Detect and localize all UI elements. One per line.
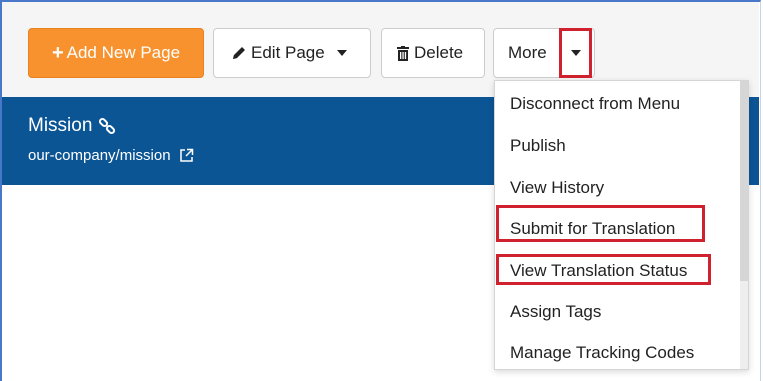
trash-icon bbox=[396, 45, 410, 61]
more-dropdown-toggle[interactable] bbox=[559, 28, 592, 78]
page-path: our-company/mission bbox=[28, 147, 194, 164]
link-icon[interactable] bbox=[98, 117, 116, 135]
add-new-page-label: Add New Page bbox=[66, 43, 181, 62]
chevron-down-icon bbox=[570, 50, 581, 56]
dropdown-scrollbar-thumb[interactable] bbox=[740, 81, 748, 281]
delete-button[interactable]: Delete bbox=[381, 28, 485, 78]
page-path-text[interactable]: our-company/mission bbox=[28, 147, 171, 164]
page-title-text: Mission bbox=[28, 115, 93, 136]
add-new-page-button[interactable]: + Add New Page bbox=[28, 28, 204, 78]
menu-item-view-history[interactable]: View History bbox=[510, 178, 604, 198]
more-label: More bbox=[508, 43, 547, 62]
pencil-icon bbox=[231, 45, 247, 61]
external-link-icon[interactable] bbox=[179, 148, 194, 163]
highlight-submit-translation bbox=[496, 205, 705, 242]
dropdown-scrollbar[interactable] bbox=[740, 81, 748, 369]
edit-page-button[interactable]: Edit Page bbox=[213, 28, 371, 78]
page-title: Mission bbox=[28, 115, 116, 137]
chevron-down-icon bbox=[336, 50, 347, 56]
highlight-view-translation-status bbox=[496, 254, 711, 285]
menu-item-tracking-codes[interactable]: Manage Tracking Codes bbox=[510, 343, 694, 363]
menu-item-publish[interactable]: Publish bbox=[510, 136, 566, 156]
delete-label: Delete bbox=[414, 43, 464, 62]
edit-page-label: Edit Page bbox=[251, 43, 325, 62]
menu-item-disconnect[interactable]: Disconnect from Menu bbox=[510, 94, 680, 114]
menu-item-assign-tags[interactable]: Assign Tags bbox=[510, 302, 601, 322]
plus-icon: + bbox=[51, 41, 64, 64]
